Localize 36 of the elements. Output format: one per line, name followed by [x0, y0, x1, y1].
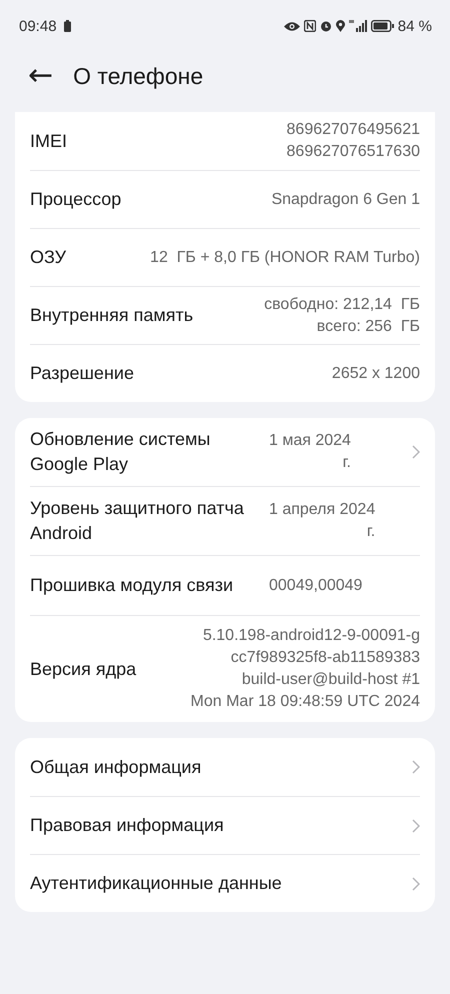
- chevron-right-icon[interactable]: [412, 445, 420, 459]
- setting-label: Внутренняя память: [30, 304, 194, 327]
- setting-value: Snapdragon 6 Gen 1: [271, 190, 420, 210]
- setting-value: 1 мая 2024 г.: [269, 431, 351, 473]
- chevron-right-icon[interactable]: [412, 818, 420, 832]
- eye-icon: [284, 20, 300, 32]
- signal-icon: [348, 20, 367, 32]
- setting-label: Обновление системы Google Play: [30, 428, 212, 476]
- setting-label: Процессор: [30, 188, 122, 211]
- setting-value: 5.10.198-android12-9-00091-g cc7f989325f8-ab11589383 build-user@build-host #1 Mon Mar 18 09:48:59 UTC 2024: [190, 626, 420, 712]
- battery-saver-icon: [64, 20, 71, 32]
- setting-label: Прошивка модуля связи: [30, 574, 234, 597]
- setting-label: Уровень защитного патча Android: [30, 497, 245, 545]
- back-button[interactable]: ←: [28, 61, 54, 91]
- setting-label: Разрешение: [30, 362, 135, 385]
- chevron-right-icon[interactable]: [412, 760, 420, 774]
- setting-value: свободно: 212,14 ГБ всего: 256 ГБ: [264, 294, 420, 336]
- battery-percent: 84 %: [398, 18, 432, 34]
- setting-label: Правовая информация: [30, 814, 225, 837]
- page-title: О телефоне: [73, 62, 204, 90]
- setting-value: 00049,00049: [269, 576, 362, 596]
- setting-value: 1 апреля 2024 г.: [269, 500, 376, 542]
- setting-label: Общая информация: [30, 756, 202, 779]
- location-icon: [336, 20, 345, 32]
- status-time: 09:48: [19, 18, 57, 34]
- setting-label: ОЗУ: [30, 246, 68, 269]
- nfc-icon: [304, 20, 316, 32]
- setting-label: IMEI: [30, 130, 68, 152]
- chevron-right-icon[interactable]: [412, 876, 420, 890]
- setting-label: Версия ядра: [30, 658, 138, 681]
- setting-label: Аутентификационные данные: [30, 872, 283, 895]
- setting-value: 869627076495621 869627076517630: [286, 120, 420, 162]
- setting-value: 12 ГБ + 8,0 ГБ (HONOR RAM Turbo): [150, 248, 420, 268]
- battery-icon: [370, 20, 394, 32]
- alarm-icon: [320, 20, 332, 32]
- setting-value: 2652 x 1200: [332, 364, 420, 384]
